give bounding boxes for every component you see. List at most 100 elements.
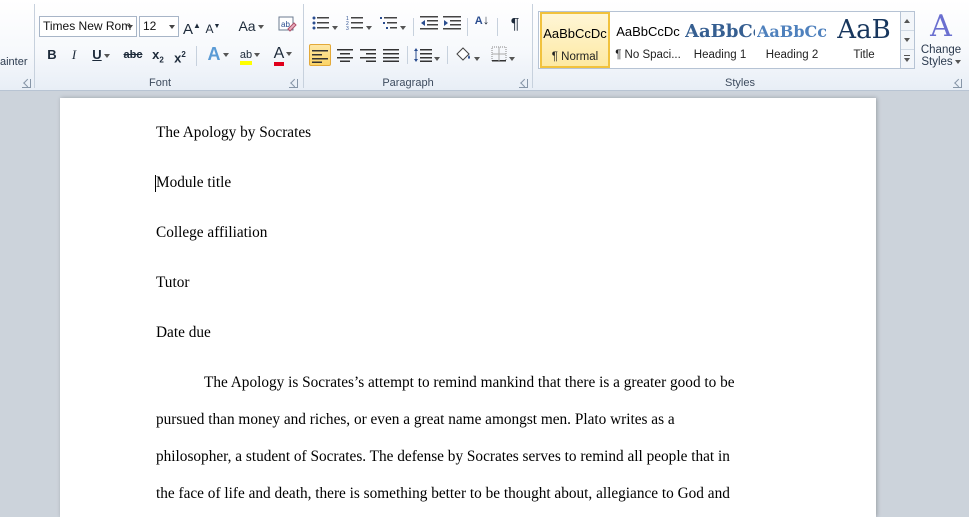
style-sample: AaBbCcDc bbox=[543, 26, 607, 41]
shrink-font-button[interactable]: A▼ bbox=[205, 16, 221, 38]
doc-title-line[interactable]: The Apology by Socrates bbox=[156, 124, 311, 142]
align-right-icon bbox=[360, 49, 376, 62]
divider bbox=[467, 18, 468, 36]
doc-college-line[interactable]: College affiliation bbox=[156, 224, 267, 242]
style-no-spacing[interactable]: AaBbCcDc ¶ No Spaci... bbox=[613, 12, 683, 68]
style-name: ¶ Normal bbox=[551, 51, 599, 63]
align-left-icon bbox=[312, 50, 328, 63]
superscript-button[interactable]: x2 bbox=[172, 44, 188, 66]
justify-icon bbox=[383, 49, 399, 62]
ribbon: ainter Times New Rom 12 A▲ A▼ Aa ab B I … bbox=[0, 0, 969, 91]
font-size-value: 12 bbox=[143, 19, 157, 33]
shrink-font-icon: A bbox=[205, 22, 214, 36]
paragraph-dialog-launcher-icon[interactable] bbox=[519, 79, 528, 88]
shading-button[interactable] bbox=[452, 43, 482, 65]
doc-body-line[interactable]: the face of life and death, there is som… bbox=[156, 485, 730, 503]
chevron-down-icon[interactable] bbox=[166, 17, 178, 36]
style-title[interactable]: AaB Title bbox=[829, 12, 899, 68]
font-group-label: Font bbox=[148, 77, 171, 89]
change-styles-icon: A bbox=[930, 9, 952, 44]
divider bbox=[447, 46, 448, 64]
styles-dialog-launcher-icon[interactable] bbox=[953, 79, 962, 88]
doc-body-line[interactable]: pursued than money and riches, or even a… bbox=[156, 411, 675, 429]
doc-tutor-line[interactable]: Tutor bbox=[156, 274, 189, 292]
divider bbox=[407, 46, 408, 64]
group-divider bbox=[303, 4, 304, 88]
font-color-icon: A bbox=[273, 46, 285, 66]
style-normal[interactable]: AaBbCcDc ¶ Normal bbox=[540, 12, 610, 68]
gallery-scroll-up-button[interactable] bbox=[901, 12, 914, 31]
justify-button[interactable] bbox=[380, 44, 402, 66]
change-case-icon: Aa bbox=[238, 18, 256, 34]
align-right-button[interactable] bbox=[357, 44, 379, 66]
text-effects-button[interactable]: A bbox=[203, 43, 233, 65]
group-divider bbox=[532, 4, 533, 88]
grow-font-button[interactable]: A▲ bbox=[183, 15, 201, 38]
change-styles-label-2: Styles bbox=[919, 56, 963, 68]
doc-body-line[interactable]: The Apology is Socrates’s attempt to rem… bbox=[204, 374, 735, 392]
style-name: Heading 1 bbox=[693, 49, 747, 61]
decrease-indent-icon bbox=[420, 16, 438, 30]
chevron-down-icon[interactable] bbox=[124, 17, 136, 36]
divider bbox=[196, 46, 197, 66]
gallery-more-button[interactable] bbox=[901, 50, 914, 69]
numbering-button[interactable]: 1 2 3 bbox=[345, 15, 373, 37]
style-sample: AaBbCc bbox=[685, 21, 755, 42]
style-sample: AaB bbox=[837, 15, 891, 45]
sort-icon: A bbox=[474, 15, 483, 27]
align-left-button[interactable] bbox=[309, 44, 331, 66]
bold-icon: B bbox=[47, 47, 57, 62]
style-heading-2[interactable]: AaBbCc Heading 2 bbox=[757, 12, 827, 68]
change-styles-button[interactable]: A Change Styles bbox=[919, 10, 963, 74]
font-name-combo[interactable]: Times New Rom bbox=[39, 16, 137, 37]
style-name: ¶ No Spaci... bbox=[615, 49, 681, 61]
strikethrough-icon: abc bbox=[123, 49, 143, 61]
italic-icon: I bbox=[71, 47, 77, 62]
paint-bucket-icon bbox=[456, 47, 470, 61]
sort-button[interactable]: A↓ bbox=[472, 13, 492, 36]
font-size-combo[interactable]: 12 bbox=[139, 16, 179, 37]
decrease-indent-button[interactable] bbox=[419, 15, 439, 37]
numbered-list-icon: 1 2 3 bbox=[346, 16, 363, 32]
document-page[interactable]: The Apology by Socrates Module title Col… bbox=[60, 98, 876, 517]
borders-button[interactable] bbox=[488, 43, 518, 65]
styles-group-label: Styles bbox=[725, 77, 755, 89]
show-hide-marks-button[interactable]: ¶ bbox=[505, 14, 525, 36]
subscript-button[interactable]: x2 bbox=[150, 44, 166, 66]
style-heading-1[interactable]: AaBbCc Heading 1 bbox=[685, 12, 755, 68]
align-center-button[interactable] bbox=[334, 44, 356, 66]
underline-button[interactable]: U bbox=[88, 44, 114, 66]
styles-gallery-scroll bbox=[901, 11, 915, 69]
increase-indent-button[interactable] bbox=[442, 15, 462, 37]
style-sample: AaBbCcDc bbox=[616, 24, 680, 39]
grow-font-icon: A bbox=[183, 21, 194, 38]
svg-text:3: 3 bbox=[346, 26, 349, 31]
divider bbox=[413, 18, 414, 36]
clipboard-dialog-launcher-icon[interactable] bbox=[22, 79, 31, 88]
pilcrow-icon: ¶ bbox=[510, 16, 520, 33]
clear-formatting-icon: ab bbox=[278, 16, 297, 32]
increase-indent-icon bbox=[443, 16, 461, 30]
change-styles-label-1: Change bbox=[920, 44, 962, 56]
highlighter-icon: ab bbox=[239, 49, 253, 65]
font-dialog-launcher-icon[interactable] bbox=[289, 79, 298, 88]
font-color-button[interactable]: A bbox=[268, 43, 298, 66]
italic-button[interactable]: I bbox=[66, 44, 82, 66]
multilevel-list-button[interactable] bbox=[379, 15, 407, 37]
doc-module-line[interactable]: Module title bbox=[156, 174, 231, 192]
bold-button[interactable]: B bbox=[44, 44, 60, 66]
line-spacing-button[interactable] bbox=[412, 44, 442, 66]
divider bbox=[497, 18, 498, 36]
line-spacing-icon bbox=[414, 48, 432, 62]
change-case-button[interactable]: Aa bbox=[237, 15, 265, 37]
doc-body-line[interactable]: philosopher, a student of Socrates. The … bbox=[156, 448, 730, 466]
highlight-button[interactable]: ab bbox=[236, 44, 264, 66]
multilevel-list-icon bbox=[380, 17, 397, 29]
group-divider bbox=[34, 4, 35, 88]
gallery-scroll-down-button[interactable] bbox=[901, 31, 914, 50]
bullets-button[interactable] bbox=[311, 15, 339, 37]
clear-formatting-button[interactable]: ab bbox=[276, 15, 298, 37]
doc-date-line[interactable]: Date due bbox=[156, 324, 211, 342]
strikethrough-button[interactable]: abc bbox=[122, 44, 144, 66]
format-painter-label[interactable]: ainter bbox=[0, 56, 28, 68]
